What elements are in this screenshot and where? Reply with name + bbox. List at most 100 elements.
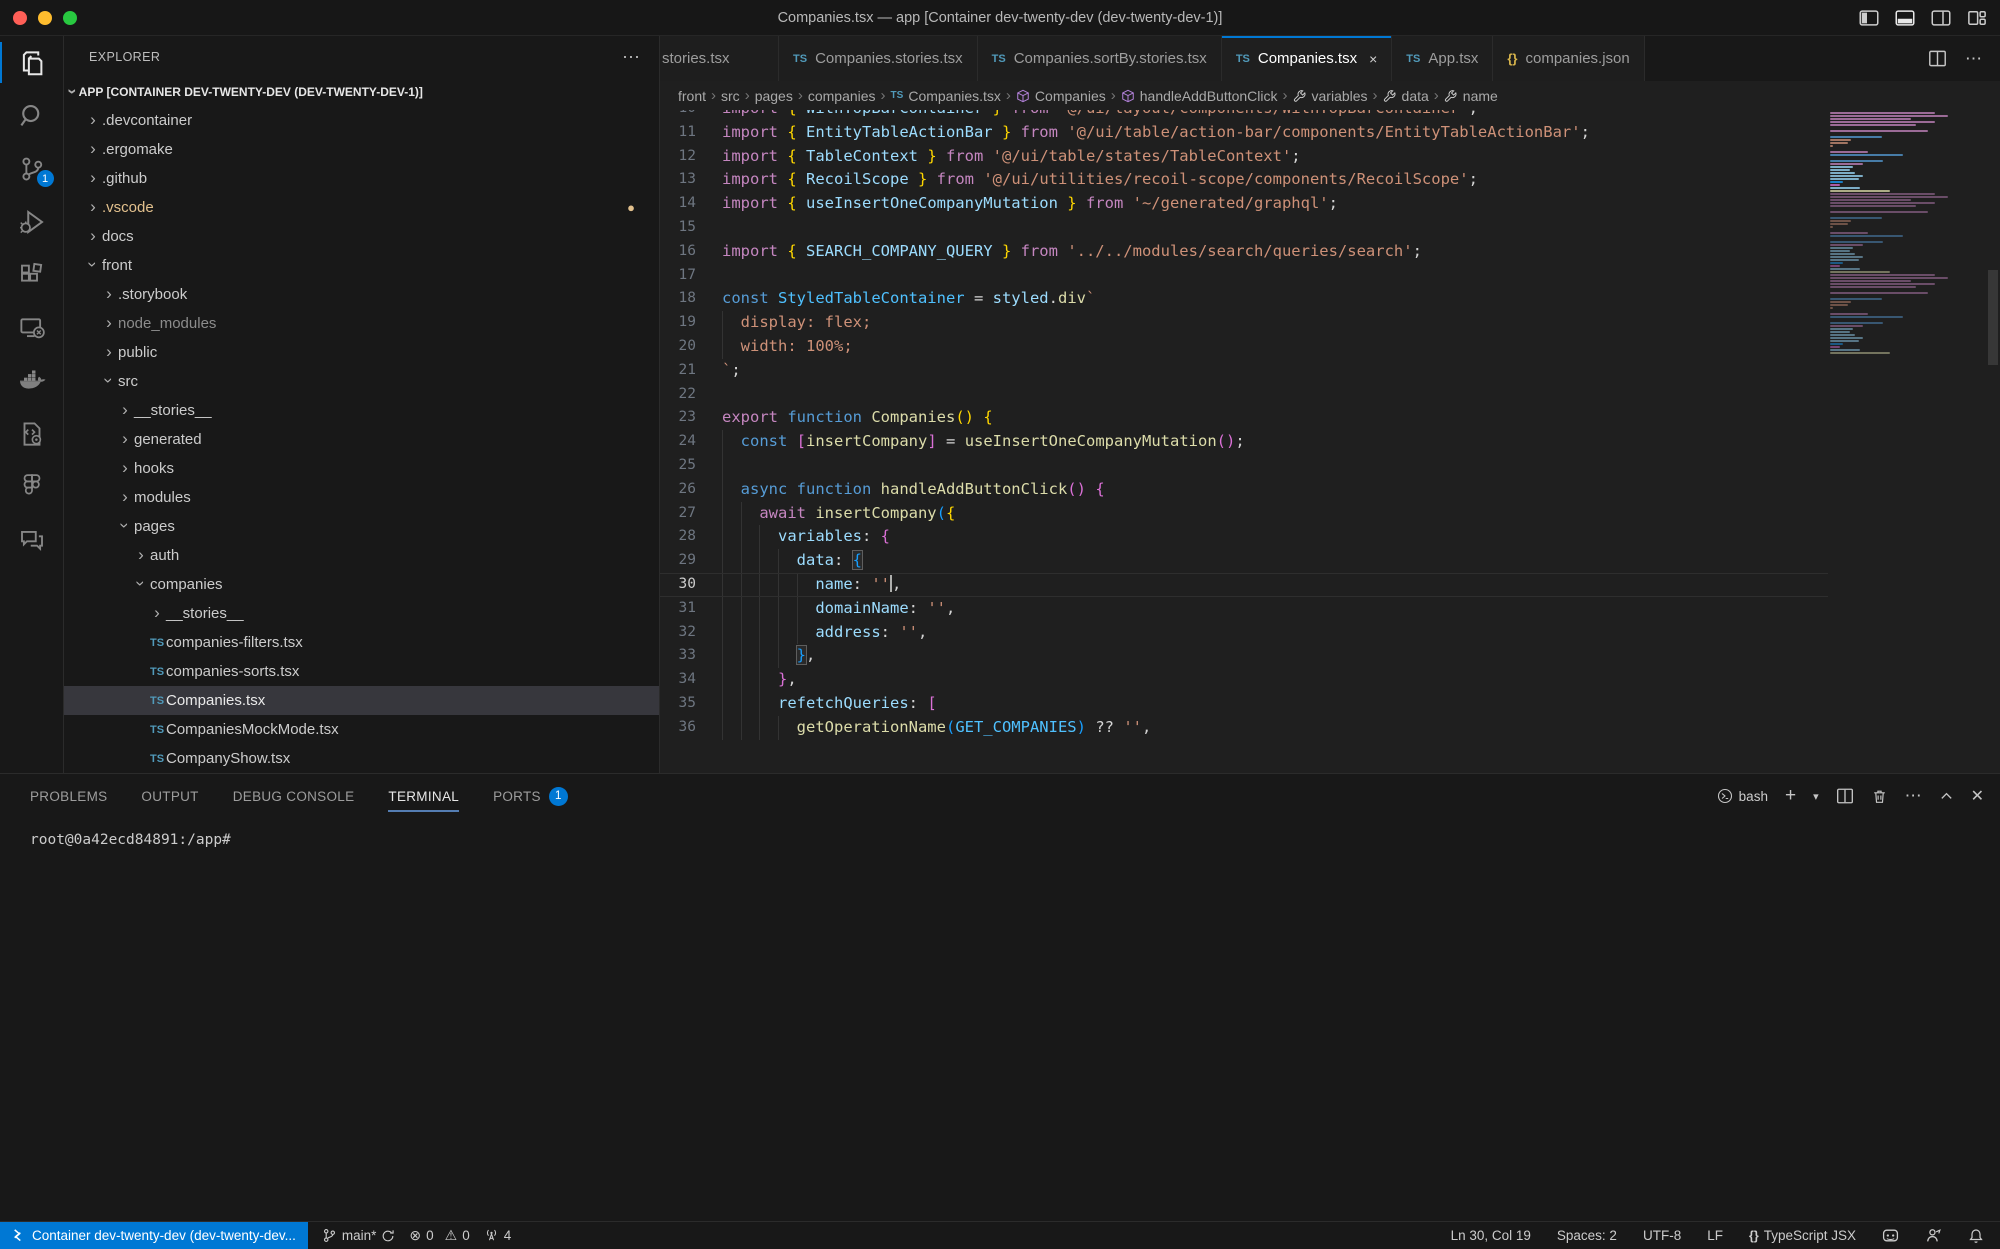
terminal-output[interactable]: root@0a42ecd84891:/app# xyxy=(0,818,2000,848)
close-window-button[interactable] xyxy=(13,11,27,25)
tree-folder--storybook[interactable]: ›.storybook xyxy=(64,280,659,309)
tree-file-companiesmockmode-tsx[interactable]: TSCompaniesMockMode.tsx xyxy=(64,715,659,744)
breadcrumb-item[interactable]: front xyxy=(678,88,706,104)
code-editor[interactable]: 10import { WithTopBarContainer } from '@… xyxy=(660,110,2000,745)
code-line-21[interactable]: 21`; xyxy=(660,359,1828,383)
ports-status[interactable]: 4 xyxy=(484,1228,512,1243)
panel-tab-problems[interactable]: PROBLEMS xyxy=(30,774,107,818)
code-line-35[interactable]: 35 refetchQueries: [ xyxy=(660,692,1828,716)
tree-file-companies-filters-tsx[interactable]: TScompanies-filters.tsx xyxy=(64,628,659,657)
code-line-17[interactable]: 17 xyxy=(660,264,1828,288)
code-line-31[interactable]: 31 domainName: '', xyxy=(660,597,1828,621)
tab-companies-tsx[interactable]: TSCompanies.tsx× xyxy=(1222,36,1392,81)
breadcrumb-item[interactable]: src xyxy=(721,88,740,104)
tree-file-companyshow-tsx[interactable]: TSCompanyShow.tsx xyxy=(64,744,659,773)
encoding-setting[interactable]: UTF-8 xyxy=(1643,1228,1681,1243)
tree-folder-node-modules[interactable]: ›node_modules xyxy=(64,309,659,338)
language-mode[interactable]: {} TypeScript JSX xyxy=(1749,1228,1856,1243)
toggle-panel-icon[interactable] xyxy=(1894,7,1916,29)
eol-setting[interactable]: LF xyxy=(1707,1228,1723,1243)
new-terminal-icon[interactable]: + xyxy=(1785,785,1796,807)
toggle-sidebar-icon[interactable] xyxy=(1858,7,1880,29)
code-line-32[interactable]: 32 address: '', xyxy=(660,621,1828,645)
tree-folder--devcontainer[interactable]: ›.devcontainer xyxy=(64,106,659,135)
panel-tab-terminal[interactable]: TERMINAL xyxy=(388,774,459,818)
breadcrumb-item[interactable]: companies xyxy=(808,88,876,104)
activity-bar-search[interactable] xyxy=(0,89,64,142)
code-line-20[interactable]: 20 width: 100%; xyxy=(660,335,1828,359)
tree-folder-front[interactable]: ›front xyxy=(64,251,659,280)
tree-folder-hooks[interactable]: ›hooks xyxy=(64,454,659,483)
code-line-10[interactable]: 10import { WithTopBarContainer } from '@… xyxy=(660,110,1828,121)
cursor-position[interactable]: Ln 30, Col 19 xyxy=(1451,1228,1531,1243)
tree-folder--ergomake[interactable]: ›.ergomake xyxy=(64,135,659,164)
terminal-shell-label[interactable]: bash xyxy=(1717,788,1768,804)
tree-folder-docs[interactable]: ›docs xyxy=(64,222,659,251)
code-line-11[interactable]: 11import { EntityTableActionBar } from '… xyxy=(660,121,1828,145)
activity-bar-run-debug[interactable] xyxy=(0,195,64,248)
code-line-13[interactable]: 13import { RecoilScope } from '@/ui/util… xyxy=(660,168,1828,192)
code-line-16[interactable]: 16import { SEARCH_COMPANY_QUERY } from '… xyxy=(660,240,1828,264)
code-line-24[interactable]: 24 const [insertCompany] = useInsertOneC… xyxy=(660,430,1828,454)
tab-stories-tsx[interactable]: stories.tsx xyxy=(660,36,779,81)
panel-more-icon[interactable]: ⋯ xyxy=(1905,786,1922,806)
code-line-15[interactable]: 15 xyxy=(660,216,1828,240)
tree-folder-generated[interactable]: ›generated xyxy=(64,425,659,454)
activity-bar-figma[interactable] xyxy=(0,460,64,513)
terminal-dropdown-icon[interactable]: ▾ xyxy=(1813,790,1819,803)
code-line-22[interactable]: 22 xyxy=(660,383,1828,407)
tab-companies-json[interactable]: {}companies.json xyxy=(1493,36,1644,81)
code-line-12[interactable]: 12import { TableContext } from '@/ui/tab… xyxy=(660,145,1828,169)
notifications-bell-icon[interactable] xyxy=(1968,1228,1984,1244)
customize-layout-icon[interactable] xyxy=(1966,7,1988,29)
breadcrumb-item[interactable]: handleAddButtonClick xyxy=(1121,88,1278,104)
toggle-secondary-sidebar-icon[interactable] xyxy=(1930,7,1952,29)
scrollbar-thumb[interactable] xyxy=(1988,270,1998,365)
close-panel-icon[interactable]: ✕ xyxy=(1971,786,1984,806)
tree-folder--github[interactable]: ›.github xyxy=(64,164,659,193)
tree-folder--stories-[interactable]: ›__stories__ xyxy=(64,396,659,425)
zoom-window-button[interactable] xyxy=(63,11,77,25)
maximize-panel-icon[interactable] xyxy=(1939,789,1954,804)
activity-bar-extensions[interactable] xyxy=(0,248,64,301)
breadcrumb-item[interactable]: variables xyxy=(1293,88,1368,104)
close-tab-icon[interactable]: × xyxy=(1369,51,1377,67)
breadcrumb-item[interactable]: data xyxy=(1383,88,1429,104)
code-line-26[interactable]: 26 async function handleAddButtonClick()… xyxy=(660,478,1828,502)
problems-status[interactable]: ⊗0 ⚠0 xyxy=(409,1227,469,1244)
tree-folder--vscode[interactable]: ›.vscode● xyxy=(64,193,659,222)
git-branch-status[interactable]: main* xyxy=(322,1228,396,1243)
breadcrumb-item[interactable]: pages xyxy=(755,88,793,104)
code-line-27[interactable]: 27 await insertCompany({ xyxy=(660,502,1828,526)
kill-terminal-icon[interactable] xyxy=(1871,788,1888,805)
tree-folder-public[interactable]: ›public xyxy=(64,338,659,367)
explorer-more-actions-icon[interactable]: ⋯ xyxy=(622,47,641,68)
tree-folder-src[interactable]: ›src xyxy=(64,367,659,396)
activity-bar-comments[interactable] xyxy=(0,513,64,566)
tab-app-tsx[interactable]: TSApp.tsx xyxy=(1392,36,1493,81)
tab-companies-sortby-stories-tsx[interactable]: TSCompanies.sortBy.stories.tsx xyxy=(978,36,1222,81)
code-line-14[interactable]: 14import { useInsertOneCompanyMutation }… xyxy=(660,192,1828,216)
tree-folder--stories-[interactable]: ›__stories__ xyxy=(64,599,659,628)
code-line-23[interactable]: 23export function Companies() { xyxy=(660,406,1828,430)
code-line-30[interactable]: 30 name: '', xyxy=(660,573,1828,597)
panel-tab-ports[interactable]: PORTS1 xyxy=(493,774,568,818)
tab-companies-stories-tsx[interactable]: TSCompanies.stories.tsx xyxy=(779,36,978,81)
code-line-34[interactable]: 34 }, xyxy=(660,668,1828,692)
tree-folder-companies[interactable]: ›companies xyxy=(64,570,659,599)
code-line-18[interactable]: 18const StyledTableContainer = styled.di… xyxy=(660,287,1828,311)
tree-folder-pages[interactable]: ›pages xyxy=(64,512,659,541)
code-line-25[interactable]: 25 xyxy=(660,454,1828,478)
tree-folder-auth[interactable]: ›auth xyxy=(64,541,659,570)
tree-folder-modules[interactable]: ›modules xyxy=(64,483,659,512)
more-actions-icon[interactable]: ⋯ xyxy=(1965,49,1982,69)
code-line-29[interactable]: 29 data: { xyxy=(660,549,1828,573)
tree-file-companies-sorts-tsx[interactable]: TScompanies-sorts.tsx xyxy=(64,657,659,686)
breadcrumb-item[interactable]: Companies xyxy=(1016,88,1106,104)
workspace-section-header[interactable]: › APP [CONTAINER DEV-TWENTY-DEV (DEV-TWE… xyxy=(64,78,659,106)
indentation-setting[interactable]: Spaces: 2 xyxy=(1557,1228,1617,1243)
activity-bar-explorer[interactable] xyxy=(0,36,64,89)
code-line-28[interactable]: 28 variables: { xyxy=(660,525,1828,549)
panel-tab-output[interactable]: OUTPUT xyxy=(141,774,198,818)
code-line-19[interactable]: 19 display: flex; xyxy=(660,311,1828,335)
